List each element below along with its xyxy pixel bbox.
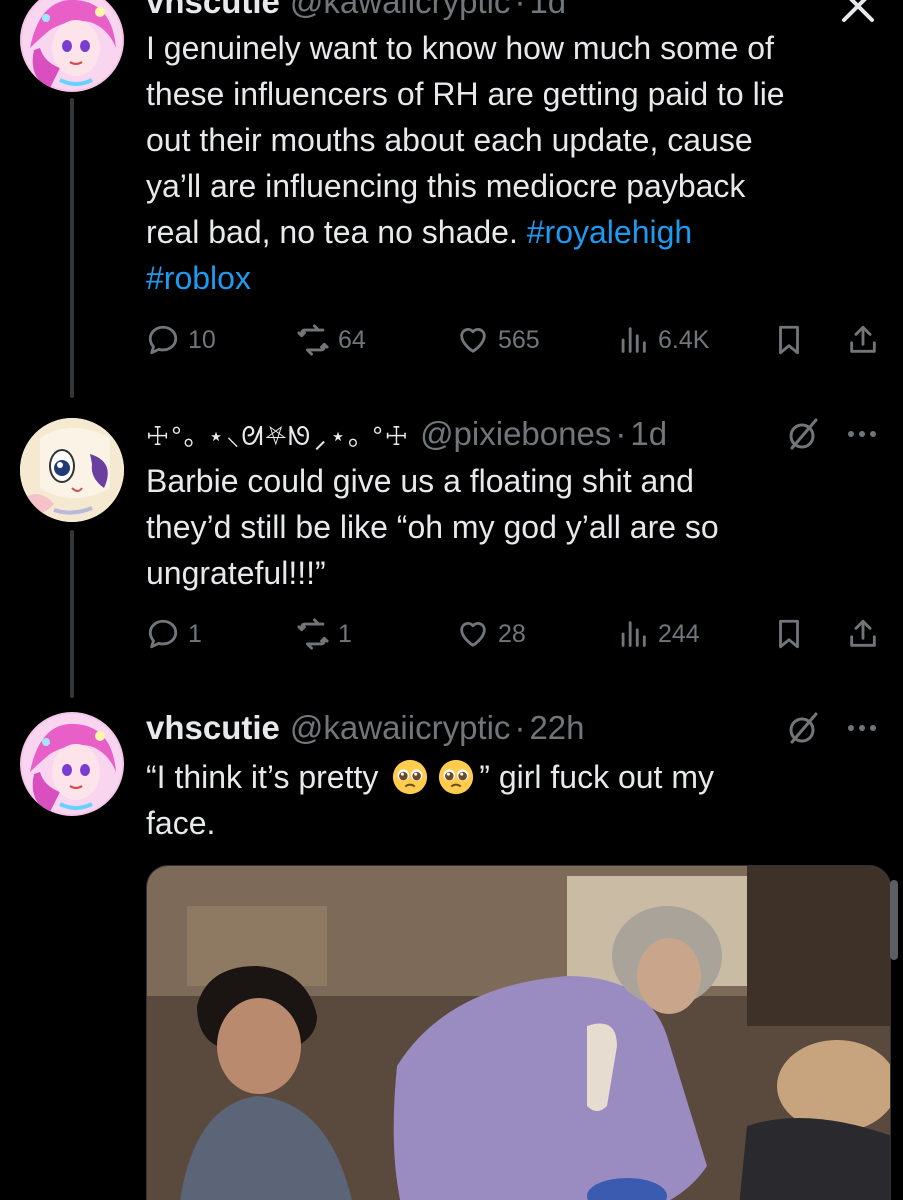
heart-icon: [460, 622, 486, 647]
tweet-header: ☩°｡ ⋆⸜ᘛ⛧ᘚ⸝⋆｡ °☩ @pixiebones · 1d: [146, 414, 883, 454]
x-close-icon[interactable]: [838, 0, 878, 26]
tweet-text-line: real bad, no tea no shade. #royalehigh: [146, 214, 693, 250]
more-icon[interactable]: [842, 414, 882, 454]
tweet-text-line: out their mouths about each update, caus…: [146, 122, 753, 158]
action-bar: 1 1 28 244: [146, 614, 886, 654]
repost-button[interactable]: 1: [296, 614, 352, 654]
thread-line: [70, 530, 74, 698]
tweet-text-line: ungrateful!!!”: [146, 555, 326, 591]
repost-count: 64: [338, 325, 366, 354]
timestamp[interactable]: 1d: [529, 0, 566, 21]
timestamp[interactable]: 22h: [529, 709, 584, 747]
views-count: 244: [658, 619, 700, 648]
views-icon: [621, 621, 646, 647]
like-count: 28: [498, 619, 526, 648]
views-icon: [621, 327, 646, 353]
like-button[interactable]: 565: [456, 320, 540, 360]
tweet-media-gif[interactable]: [146, 865, 891, 1200]
pleading-face-emoji: [393, 759, 428, 795]
timestamp[interactable]: 1d: [630, 415, 667, 453]
tweet-2[interactable]: ☩°｡ ⋆⸜ᘛ⛧ᘚ⸝⋆｡ °☩ @pixiebones · 1d Barbie …: [0, 400, 903, 700]
tweet-text-line: they’d still be like “oh my god y’all ar…: [146, 509, 719, 545]
avatar[interactable]: [20, 712, 124, 816]
display-name[interactable]: vhscutie: [146, 709, 280, 747]
avatar[interactable]: [20, 0, 124, 92]
separator-dot: ·: [615, 415, 627, 452]
tweet-text: “I think it’s pretty ” girl fuck out my …: [146, 754, 866, 846]
bookmark-icon: [779, 619, 799, 649]
action-bar: 10 64 565 6.4K: [146, 320, 886, 360]
display-name[interactable]: ☩°｡ ⋆⸜ᘛ⛧ᘚ⸝⋆｡ °☩: [146, 416, 410, 453]
tweet-header: vhscutie @kawaiicryptic · 22h: [146, 708, 883, 748]
handle[interactable]: @kawaiicryptic: [290, 0, 511, 21]
thread-line: [70, 98, 74, 398]
share-button[interactable]: [846, 614, 888, 654]
reply-count: 1: [188, 619, 202, 648]
tweet-text-line: I genuinely want to know how much some o…: [146, 30, 774, 66]
reply-icon: [148, 325, 178, 355]
display-name[interactable]: vhscutie: [146, 0, 280, 21]
handle[interactable]: @kawaiicryptic: [290, 709, 511, 747]
separator-dot: ·: [514, 709, 526, 746]
views-button[interactable]: 6.4K: [616, 320, 709, 360]
grok-icon[interactable]: [784, 414, 824, 454]
scrollbar[interactable]: [890, 880, 898, 960]
tweet-text-line: ya’ll are influencing this mediocre payb…: [146, 168, 746, 204]
repost-count: 1: [338, 619, 352, 648]
tweet-header: vhscutie @kawaiicryptic · 1d: [146, 0, 883, 22]
tweet-text: Barbie could give us a floating shit and…: [146, 458, 866, 596]
avatar[interactable]: [20, 418, 124, 522]
tweet-text-line: #roblox: [146, 255, 866, 301]
reply-button[interactable]: 10: [146, 320, 216, 360]
tweet-text-line: Barbie could give us a floating shit and: [146, 463, 694, 499]
like-count: 565: [498, 325, 540, 354]
heart-icon: [460, 328, 486, 353]
views-count: 6.4K: [658, 325, 710, 354]
bookmark-button[interactable]: [772, 320, 814, 360]
tweet-text-line: face.: [146, 805, 216, 841]
hashtag-link[interactable]: #roblox: [146, 260, 251, 296]
hashtag-link[interactable]: #royalehigh: [527, 214, 692, 250]
repost-icon: [297, 618, 329, 650]
reply-count: 10: [188, 325, 216, 354]
grok-icon[interactable]: [784, 708, 824, 748]
separator-dot: ·: [514, 0, 526, 20]
share-icon: [850, 325, 876, 353]
share-icon: [850, 619, 876, 647]
tweet-text-line: these influencers of RH are getting paid…: [146, 76, 785, 112]
tweet-1[interactable]: vhscutie @kawaiicryptic · 1d I genuinely…: [0, 0, 903, 400]
tweet-text-line: “I think it’s pretty ” girl fuck out my: [146, 759, 714, 795]
reply-icon: [148, 619, 178, 649]
bookmark-button[interactable]: [772, 614, 814, 654]
repost-button[interactable]: 64: [296, 320, 366, 360]
pleading-face-emoji: [439, 759, 474, 795]
more-icon[interactable]: [842, 708, 882, 748]
views-button[interactable]: 244: [616, 614, 700, 654]
bookmark-icon: [779, 325, 799, 355]
tweet-text: I genuinely want to know how much some o…: [146, 25, 866, 301]
repost-icon: [297, 324, 329, 356]
like-button[interactable]: 28: [456, 614, 526, 654]
handle[interactable]: @pixiebones: [420, 415, 611, 453]
share-button[interactable]: [846, 320, 888, 360]
reply-button[interactable]: 1: [146, 614, 202, 654]
